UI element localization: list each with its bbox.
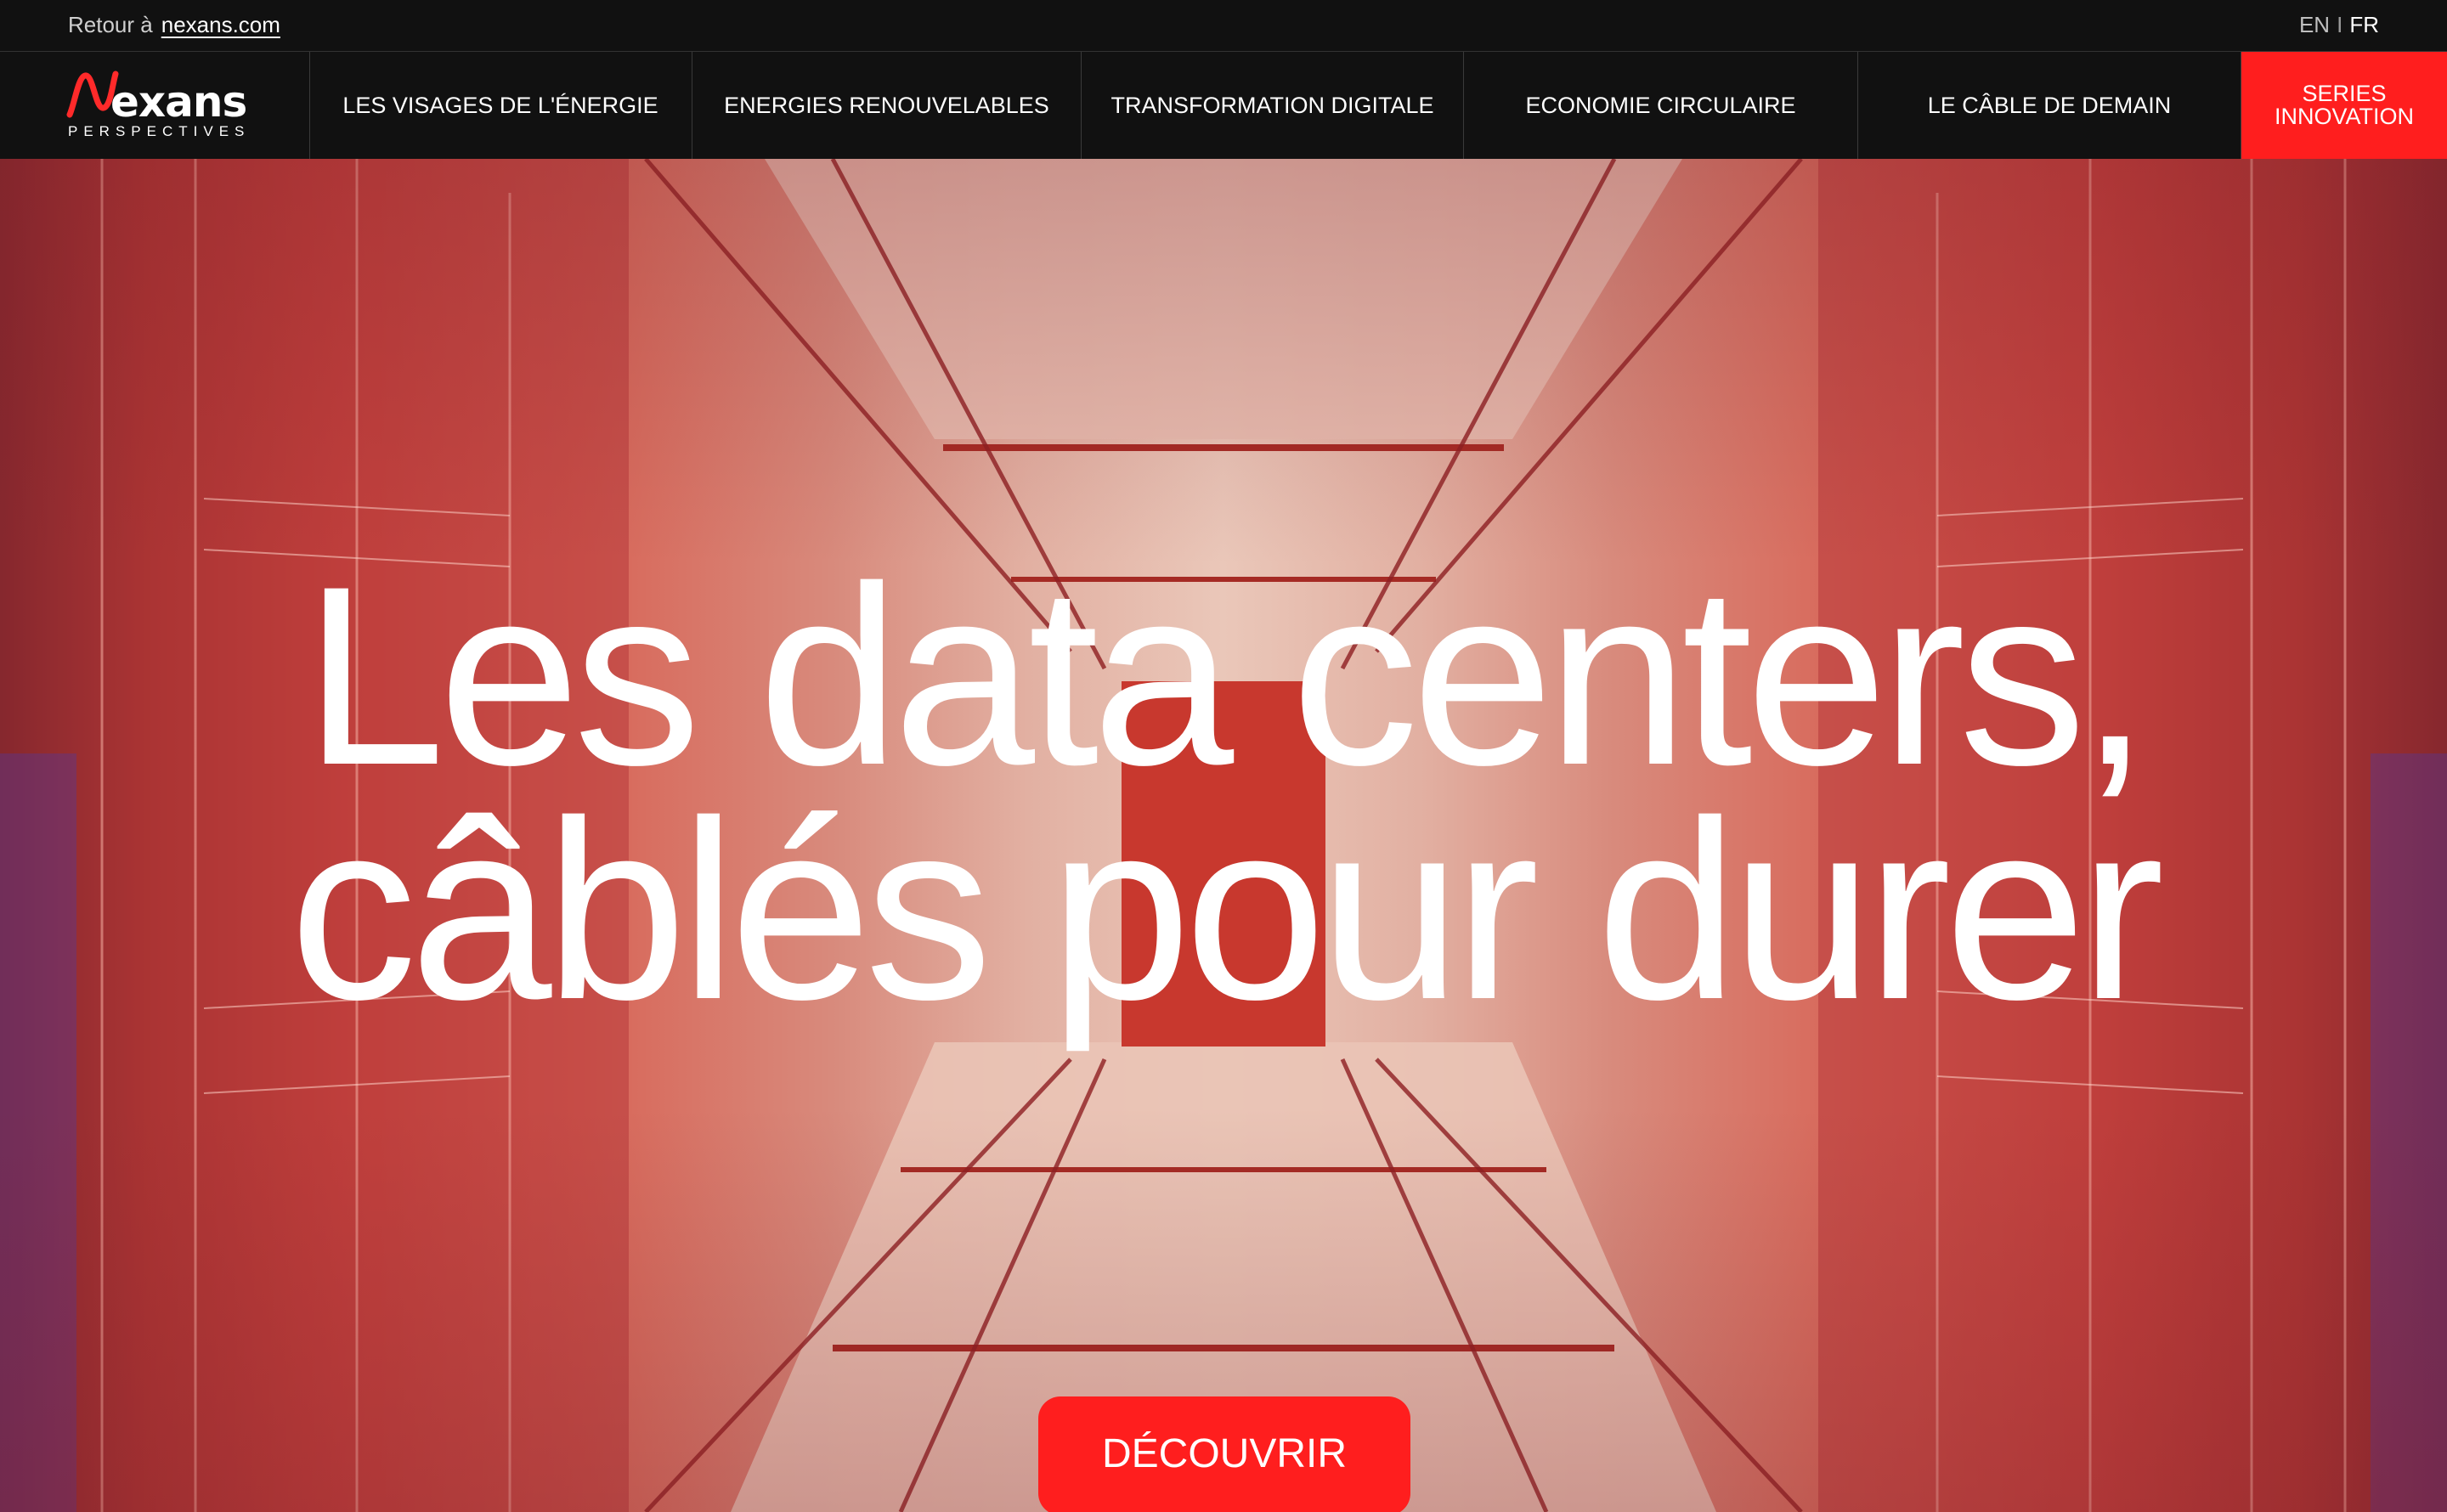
- nav-item-economie-circulaire[interactable]: ECONOMIE CIRCULAIRE: [1464, 52, 1858, 159]
- headline-line1: Les data centers,: [303, 533, 2150, 818]
- nav-item-series-innovation[interactable]: SERIES INNOVATION: [2241, 52, 2447, 159]
- back-to-site: Retour à nexans.com: [68, 0, 280, 51]
- series-innovation-line1: SERIES: [2302, 81, 2387, 106]
- main-navigation: exans PERSPECTIVES LES VISAGES DE L'ÉNER…: [0, 51, 2447, 160]
- lang-fr-link[interactable]: FR: [2349, 12, 2379, 37]
- lang-separator: I: [2337, 12, 2343, 37]
- back-prefix: Retour à: [68, 12, 153, 37]
- language-switcher: EN I FR: [2299, 0, 2379, 51]
- nav-item-transformation-digitale[interactable]: TRANSFORMATION DIGITALE: [1082, 52, 1464, 159]
- nexans-logo-link[interactable]: exans PERSPECTIVES: [0, 52, 310, 159]
- nav-item-cable-de-demain[interactable]: LE CÂBLE DE DEMAIN: [1858, 52, 2241, 159]
- nav-item-visages-energie[interactable]: LES VISAGES DE L'ÉNERGIE: [309, 52, 692, 159]
- headline-line2: câblés pour durer: [289, 767, 2165, 1052]
- series-innovation-line2: INNOVATION: [2274, 104, 2414, 129]
- nexans-com-link[interactable]: nexans.com: [161, 12, 280, 37]
- hero-section: Les data centers, câblés pour durer DÉCO…: [0, 159, 2447, 1512]
- top-utility-bar: Retour à nexans.com EN I FR: [0, 0, 2447, 51]
- lang-en-link[interactable]: EN: [2299, 12, 2330, 37]
- hero-headline: Les data centers, câblés pour durer: [0, 533, 2447, 1052]
- decouvrir-button[interactable]: DÉCOUVRIR: [1038, 1396, 1410, 1512]
- nav-item-energies-renouvelables[interactable]: ENERGIES RENOUVELABLES: [692, 52, 1082, 159]
- logo-subtitle: PERSPECTIVES: [68, 123, 251, 139]
- logo-wordmark: exans: [110, 77, 247, 127]
